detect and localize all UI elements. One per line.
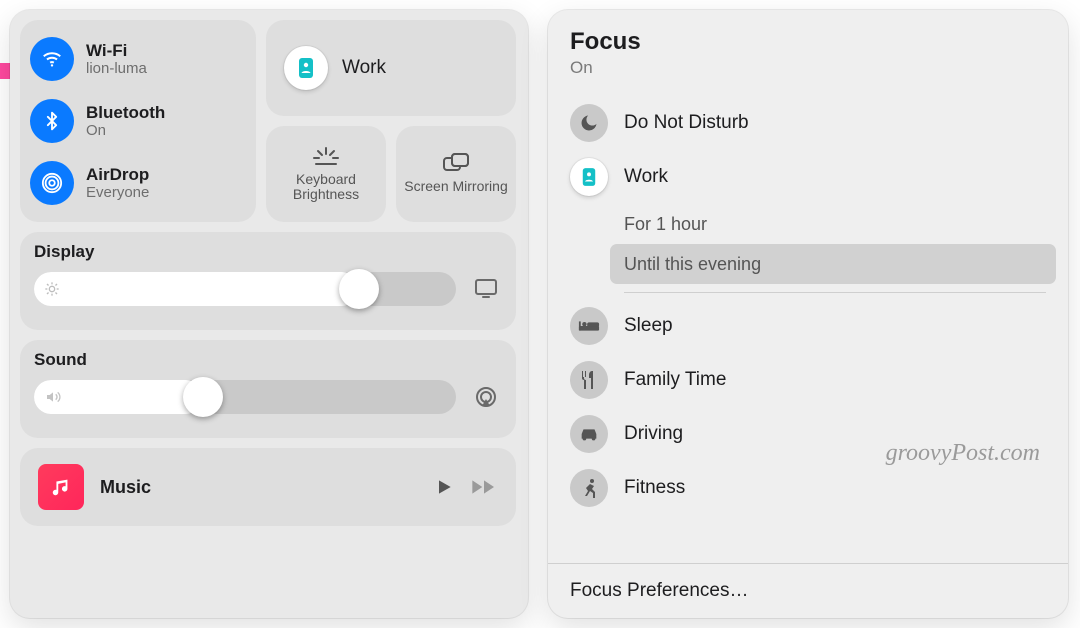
- focus-mode-fitness[interactable]: Fitness: [548, 461, 1068, 515]
- wifi-icon: [30, 37, 74, 81]
- display-slider[interactable]: [34, 272, 456, 306]
- keyboard-brightness-label: Keyboard Brightness: [266, 172, 386, 203]
- airdrop-status: Everyone: [86, 184, 149, 201]
- focus-mode-dnd[interactable]: Do Not Disturb: [548, 96, 1068, 150]
- focus-state: On: [570, 58, 1068, 78]
- duration-label: For 1 hour: [624, 214, 707, 235]
- sound-tile: Sound: [20, 340, 516, 438]
- display-tile: Display: [20, 232, 516, 330]
- focus-title: Focus: [570, 28, 1068, 56]
- music-tile[interactable]: Music: [20, 448, 516, 526]
- keyboard-brightness-icon: [312, 146, 340, 166]
- car-icon: [570, 415, 608, 453]
- screen-mirroring-label: Screen Mirroring: [404, 179, 507, 194]
- focus-sheet: Focus On Do Not Disturb Work For 1 hour …: [548, 10, 1068, 618]
- airdrop-icon: [30, 161, 74, 205]
- focus-mode-label: Driving: [624, 423, 683, 445]
- focus-mode-label: Do Not Disturb: [624, 112, 749, 134]
- sound-title: Sound: [34, 350, 502, 370]
- runner-icon: [570, 469, 608, 507]
- focus-mode-label: Sleep: [624, 315, 673, 337]
- speaker-icon: [44, 389, 62, 405]
- wifi-label: Wi-Fi: [86, 41, 147, 61]
- focus-duration-option-selected[interactable]: Until this evening: [610, 244, 1056, 284]
- watermark: groovyPost.com: [886, 440, 1040, 467]
- wifi-status: lion-luma: [86, 60, 147, 77]
- focus-preferences-link[interactable]: Focus Preferences…: [548, 563, 1068, 618]
- sound-slider[interactable]: [34, 380, 456, 414]
- screen-mirroring-icon: [443, 153, 469, 173]
- display-title: Display: [34, 242, 502, 262]
- focus-mode-label: Work: [624, 166, 668, 188]
- forward-icon[interactable]: [470, 477, 498, 497]
- sun-icon: [44, 281, 60, 297]
- focus-mode-family[interactable]: Family Time: [548, 353, 1068, 407]
- focus-tile[interactable]: Work: [266, 20, 516, 116]
- screen-mirroring-tile[interactable]: Screen Mirroring: [396, 126, 516, 222]
- focus-tile-label: Work: [342, 57, 386, 79]
- bed-icon: [570, 307, 608, 345]
- bluetooth-status: On: [86, 122, 165, 139]
- bluetooth-toggle[interactable]: Bluetooth On: [30, 91, 246, 151]
- wifi-toggle[interactable]: Wi-Fi lion-luma: [30, 29, 246, 89]
- monitor-icon[interactable]: [470, 273, 502, 305]
- control-center-panel: Wi-Fi lion-luma Bluetooth On: [10, 10, 528, 618]
- focus-mode-label: Fitness: [624, 477, 685, 499]
- bluetooth-icon: [30, 99, 74, 143]
- duration-label: Until this evening: [624, 254, 761, 275]
- airplay-audio-icon[interactable]: [470, 381, 502, 413]
- connectivity-tile: Wi-Fi lion-luma Bluetooth On: [20, 20, 256, 222]
- badge-icon: [570, 158, 608, 196]
- divider: [624, 292, 1046, 293]
- focus-preferences-label: Focus Preferences…: [570, 580, 748, 601]
- airdrop-toggle[interactable]: AirDrop Everyone: [30, 153, 246, 213]
- utensils-icon: [570, 361, 608, 399]
- focus-mode-label: Family Time: [624, 369, 726, 391]
- focus-duration-option[interactable]: For 1 hour: [624, 204, 1068, 244]
- focus-mode-work[interactable]: Work: [548, 150, 1068, 204]
- music-app-icon: [38, 464, 84, 510]
- bluetooth-label: Bluetooth: [86, 103, 165, 123]
- focus-mode-sleep[interactable]: Sleep: [548, 299, 1068, 353]
- airdrop-label: AirDrop: [86, 165, 149, 185]
- keyboard-brightness-tile[interactable]: Keyboard Brightness: [266, 126, 386, 222]
- play-icon[interactable]: [434, 477, 454, 497]
- music-title: Music: [100, 477, 418, 498]
- moon-icon: [570, 104, 608, 142]
- badge-icon: [284, 46, 328, 90]
